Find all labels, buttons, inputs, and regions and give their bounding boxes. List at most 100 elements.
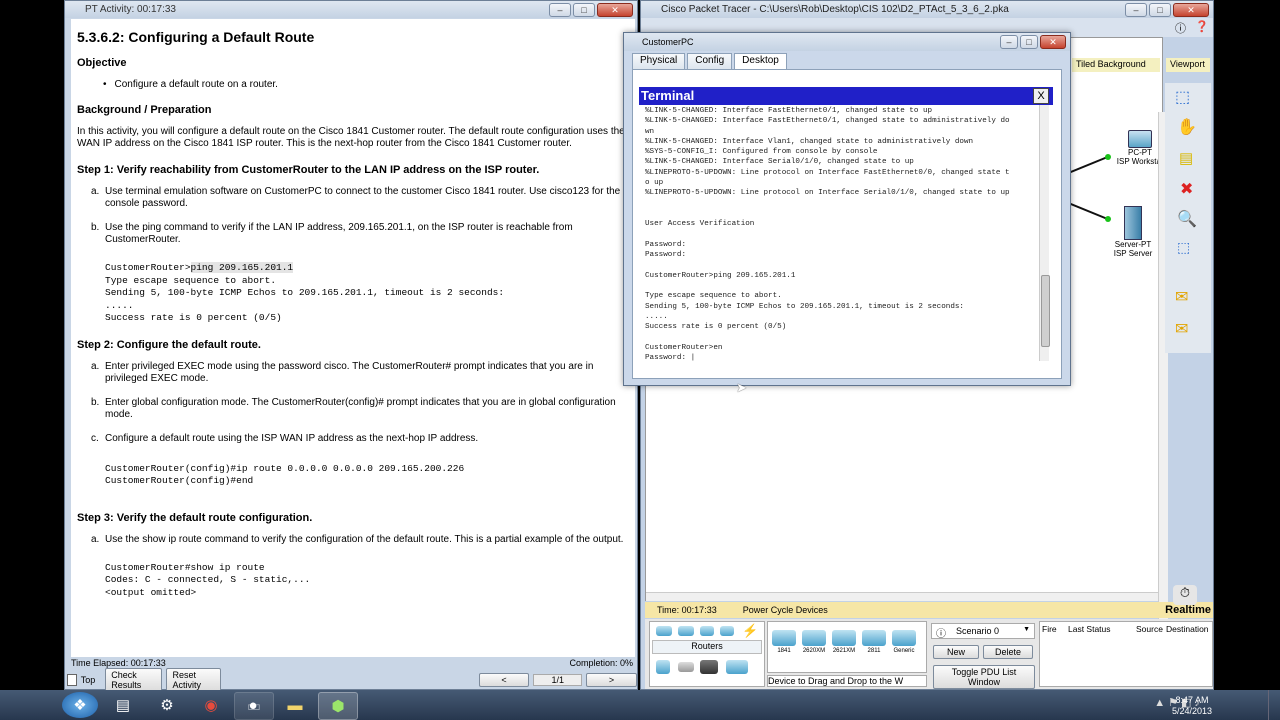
delete-tool-icon[interactable]: ✖ — [1180, 179, 1193, 199]
new-scenario-button[interactable]: New — [933, 645, 979, 659]
customerpc-tabs: Physical Config Desktop — [632, 53, 1062, 69]
toggle-pdu-list-button[interactable]: Toggle PDU List Window — [933, 665, 1035, 689]
terminal-close-button[interactable]: X — [1033, 88, 1049, 104]
notepad-icon[interactable]: ▤ — [104, 692, 142, 718]
cpc-close-button[interactable]: ✕ — [1040, 35, 1066, 49]
maximize-button[interactable]: □ — [573, 3, 595, 17]
multiuser-icon[interactable] — [726, 660, 748, 674]
scenario-select[interactable]: Scenario 0 ⓘ ▼ — [931, 623, 1035, 640]
completion-status: Completion: 0% — [569, 658, 633, 668]
activity-title-bar: PT Activity: 00:17:33 – □ ✕ — [65, 1, 637, 18]
tab-desktop[interactable]: Desktop — [734, 53, 787, 69]
time-bar: Time: 00:17:33 Power Cycle Devices — [645, 602, 1213, 618]
router-2811-icon[interactable] — [862, 630, 886, 646]
customerpc-window: CustomerPC – □ ✕ Physical Config Desktop… — [623, 32, 1071, 386]
power-cycle-button[interactable]: Power Cycle Devices — [743, 605, 828, 615]
next-page-button[interactable]: > — [586, 673, 637, 687]
terminal-scrollbar[interactable] — [1039, 105, 1050, 361]
terminal-output[interactable]: %LINK-5-CHANGED: Interface FastEthernet0… — [639, 105, 1045, 361]
code-block-show-ip-route: CustomerRouter#show ip route Codes: C - … — [105, 561, 311, 598]
move-tool-icon[interactable]: ✋ — [1177, 117, 1197, 137]
scrollbar-thumb[interactable] — [1041, 275, 1050, 347]
drag-drop-hint: Device to Drag and Drop to the W — [767, 675, 927, 687]
resize-tool-icon[interactable]: ⬚ — [1177, 239, 1190, 256]
step1-heading: Step 1: Verify reachability from Custome… — [77, 164, 540, 176]
network-icon[interactable]: ⚙ — [148, 692, 186, 718]
router-2620xm-icon[interactable] — [802, 630, 826, 646]
step1-a: a. Use terminal emulation software on Cus… — [91, 186, 621, 209]
router-1841-icon[interactable] — [772, 630, 796, 646]
close-button[interactable]: ✕ — [597, 3, 633, 17]
time-display: Time: 00:17:33 — [657, 605, 717, 615]
info-icon[interactable]: ❓ — [1195, 20, 1209, 33]
router-category-icon[interactable] — [656, 626, 672, 636]
check-results-button[interactable]: Check Results — [105, 668, 163, 692]
tiled-background-button[interactable]: Tiled Background — [1072, 58, 1160, 72]
pdu-list-table: Fire Last Status Source Destination — [1039, 621, 1213, 687]
cpc-minimize-button[interactable]: – — [1000, 35, 1018, 49]
router-generic-icon[interactable] — [892, 630, 916, 646]
taskbar-clock[interactable]: 8:47 AM 5/24/2013 — [1162, 695, 1222, 717]
chrome-icon[interactable]: ◉ — [192, 692, 230, 718]
step2-a: a. Enter privileged EXEC mode using the p… — [91, 360, 594, 384]
custom-device-icon[interactable] — [700, 660, 718, 674]
server-label: Server-PT — [1114, 240, 1152, 249]
pt-maximize-button[interactable]: □ — [1149, 3, 1171, 17]
device-type-selector[interactable]: ⚡ Routers — [649, 621, 765, 687]
tab-physical[interactable]: Physical — [632, 53, 686, 69]
prev-page-button[interactable]: < — [478, 673, 530, 687]
column-header: Destination — [1166, 624, 1209, 634]
simple-pdu-icon[interactable]: ✉ — [1175, 287, 1188, 307]
server-icon — [1124, 206, 1142, 240]
router-2621xm-icon[interactable] — [832, 630, 856, 646]
top-checkbox[interactable] — [67, 674, 77, 686]
activity-instructions: 5.3.6.2: Configuring a Default Route Obj… — [71, 19, 635, 657]
hub-category-icon[interactable] — [700, 626, 714, 636]
model-label: Generic — [893, 648, 915, 654]
pt-close-button[interactable]: ✕ — [1173, 3, 1209, 17]
pt-minimize-button[interactable]: – — [1125, 3, 1147, 17]
packet-tracer-taskbar-icon[interactable]: ⬢ — [318, 692, 358, 720]
model-label: 2811 — [867, 648, 881, 654]
time-elapsed: Time Elapsed: 00:17:33 — [71, 658, 166, 668]
folder-icon[interactable]: ▬ — [276, 692, 314, 718]
select-tool-icon[interactable]: ⬚ — [1175, 87, 1190, 107]
connections-category-icon[interactable]: ⚡ — [742, 623, 758, 639]
model-label: 2621XM — [832, 648, 856, 654]
pc-sub-label: ISP Workstat — [1116, 157, 1164, 166]
cpc-maximize-button[interactable]: □ — [1020, 35, 1038, 49]
viewport-button[interactable]: Viewport — [1166, 58, 1210, 72]
show-desktop-button[interactable] — [1268, 690, 1280, 720]
workspace-horizontal-scrollbar[interactable] — [646, 592, 1158, 601]
column-header: Source — [1136, 624, 1163, 634]
objective-heading: Objective — [77, 57, 127, 69]
tab-config[interactable]: Config — [687, 53, 733, 69]
objective-item: Configure a default route on a router. — [103, 79, 635, 90]
isp-server-device[interactable]: Server-PT ISP Server — [1108, 206, 1158, 258]
windows-taskbar: ❖ ▤ ⚙ ◉ ● ▭ ▬ ⬢ ▲ ⚑ ◧ ♪ — [0, 690, 1280, 720]
note-tool-icon[interactable]: ▤ — [1179, 149, 1193, 167]
clock-date: 5/24/2013 — [1171, 706, 1213, 716]
router-models-list[interactable]: 1841 2620XM 2621XM 2811 Generic — [767, 621, 927, 673]
wireless-category-icon[interactable] — [720, 626, 734, 636]
inspect-tool-icon[interactable]: 🔍 — [1177, 209, 1197, 229]
help-icon[interactable]: ⓘ — [1175, 20, 1186, 36]
app-window-icon[interactable]: ▭ — [234, 692, 274, 720]
chevron-down-icon: ▼ — [1023, 626, 1030, 633]
end-device-category-icon[interactable] — [656, 660, 670, 674]
pc-label: PC-PT — [1128, 148, 1152, 157]
switch-category-icon[interactable] — [678, 626, 694, 636]
complex-pdu-icon[interactable]: ✉ — [1175, 319, 1188, 339]
isp-workstation-device[interactable]: PC-PT ISP Workstat — [1116, 130, 1164, 166]
delete-scenario-button[interactable]: Delete — [983, 645, 1033, 659]
code-block-ip-route: CustomerRouter(config)#ip route 0.0.0.0 … — [105, 462, 465, 487]
step3-a: a. Use the show ip route command to verif… — [91, 533, 624, 545]
realtime-mode-label[interactable]: Realtime — [1137, 604, 1211, 618]
minimize-button[interactable]: – — [549, 3, 571, 17]
wan-emulation-icon[interactable] — [678, 662, 694, 672]
realtime-clock-icon[interactable]: ⏱ — [1173, 585, 1197, 605]
start-button-icon[interactable]: ❖ — [62, 692, 98, 718]
code-block-ping: CustomerRouter>ping 209.165.201.1 Type e… — [105, 262, 505, 323]
reset-activity-button[interactable]: Reset Activity — [166, 668, 221, 692]
activity-button-bar: Top Check Results Reset Activity < 1/1 > — [67, 668, 637, 692]
